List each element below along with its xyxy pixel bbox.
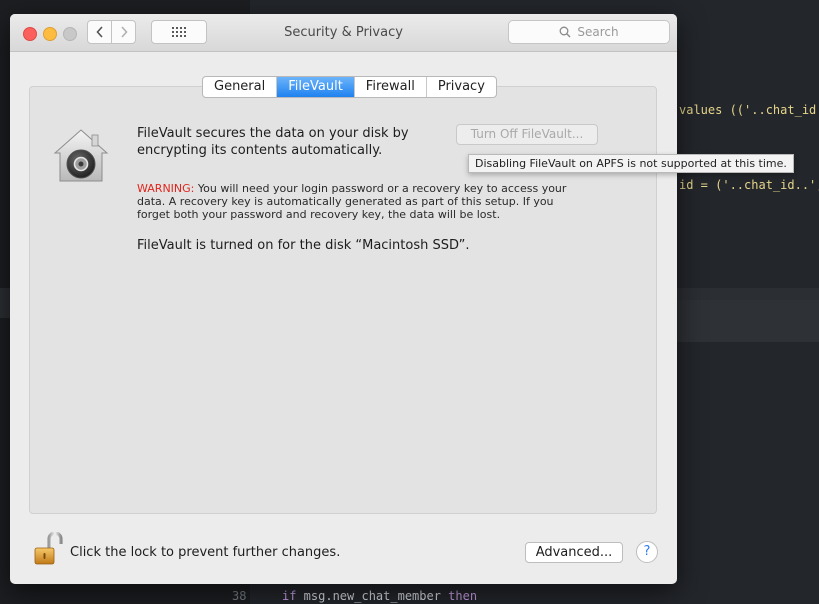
turn-off-filevault-button[interactable]: Turn Off FileVault... bbox=[456, 124, 598, 145]
search-field[interactable]: Search bbox=[508, 20, 670, 44]
tab-firewall[interactable]: Firewall bbox=[355, 77, 427, 97]
filevault-description: FileVault secures the data on your disk … bbox=[137, 126, 409, 158]
security-privacy-window: Security & Privacy Search General FileVa… bbox=[10, 14, 677, 584]
tab-general[interactable]: General bbox=[203, 77, 278, 97]
lock-button[interactable] bbox=[32, 531, 64, 570]
filevault-pane: FileVault secures the data on your disk … bbox=[29, 86, 657, 514]
unlocked-padlock-icon bbox=[34, 531, 63, 565]
lock-instruction: Click the lock to prevent further change… bbox=[70, 545, 341, 560]
code-line: if msg.new_chat_member then bbox=[282, 589, 478, 603]
warning-body: You will need your login password or a r… bbox=[137, 182, 567, 221]
tab-privacy[interactable]: Privacy bbox=[427, 77, 496, 97]
advanced-button[interactable]: Advanced... bbox=[525, 542, 623, 563]
search-icon bbox=[559, 26, 571, 38]
warning-label: WARNING: bbox=[137, 182, 195, 195]
tooltip: Disabling FileVault on APFS is not suppo… bbox=[468, 154, 794, 173]
tab-bar: General FileVault Firewall Privacy bbox=[202, 76, 497, 98]
editor-band bbox=[677, 300, 819, 342]
tab-filevault[interactable]: FileVault bbox=[277, 77, 355, 97]
line-number: 38 bbox=[232, 589, 247, 603]
help-button[interactable]: ? bbox=[636, 541, 658, 563]
title-bar: Security & Privacy Search bbox=[10, 14, 677, 52]
filevault-status: FileVault is turned on for the disk “Mac… bbox=[137, 238, 470, 253]
warning-text: WARNING: You will need your login passwo… bbox=[137, 182, 587, 221]
code-line: id = ('..chat_id..', bbox=[679, 178, 819, 192]
filevault-icon bbox=[52, 127, 110, 189]
search-placeholder: Search bbox=[577, 25, 619, 39]
code-line: values (('..chat_id.. bbox=[679, 103, 819, 117]
